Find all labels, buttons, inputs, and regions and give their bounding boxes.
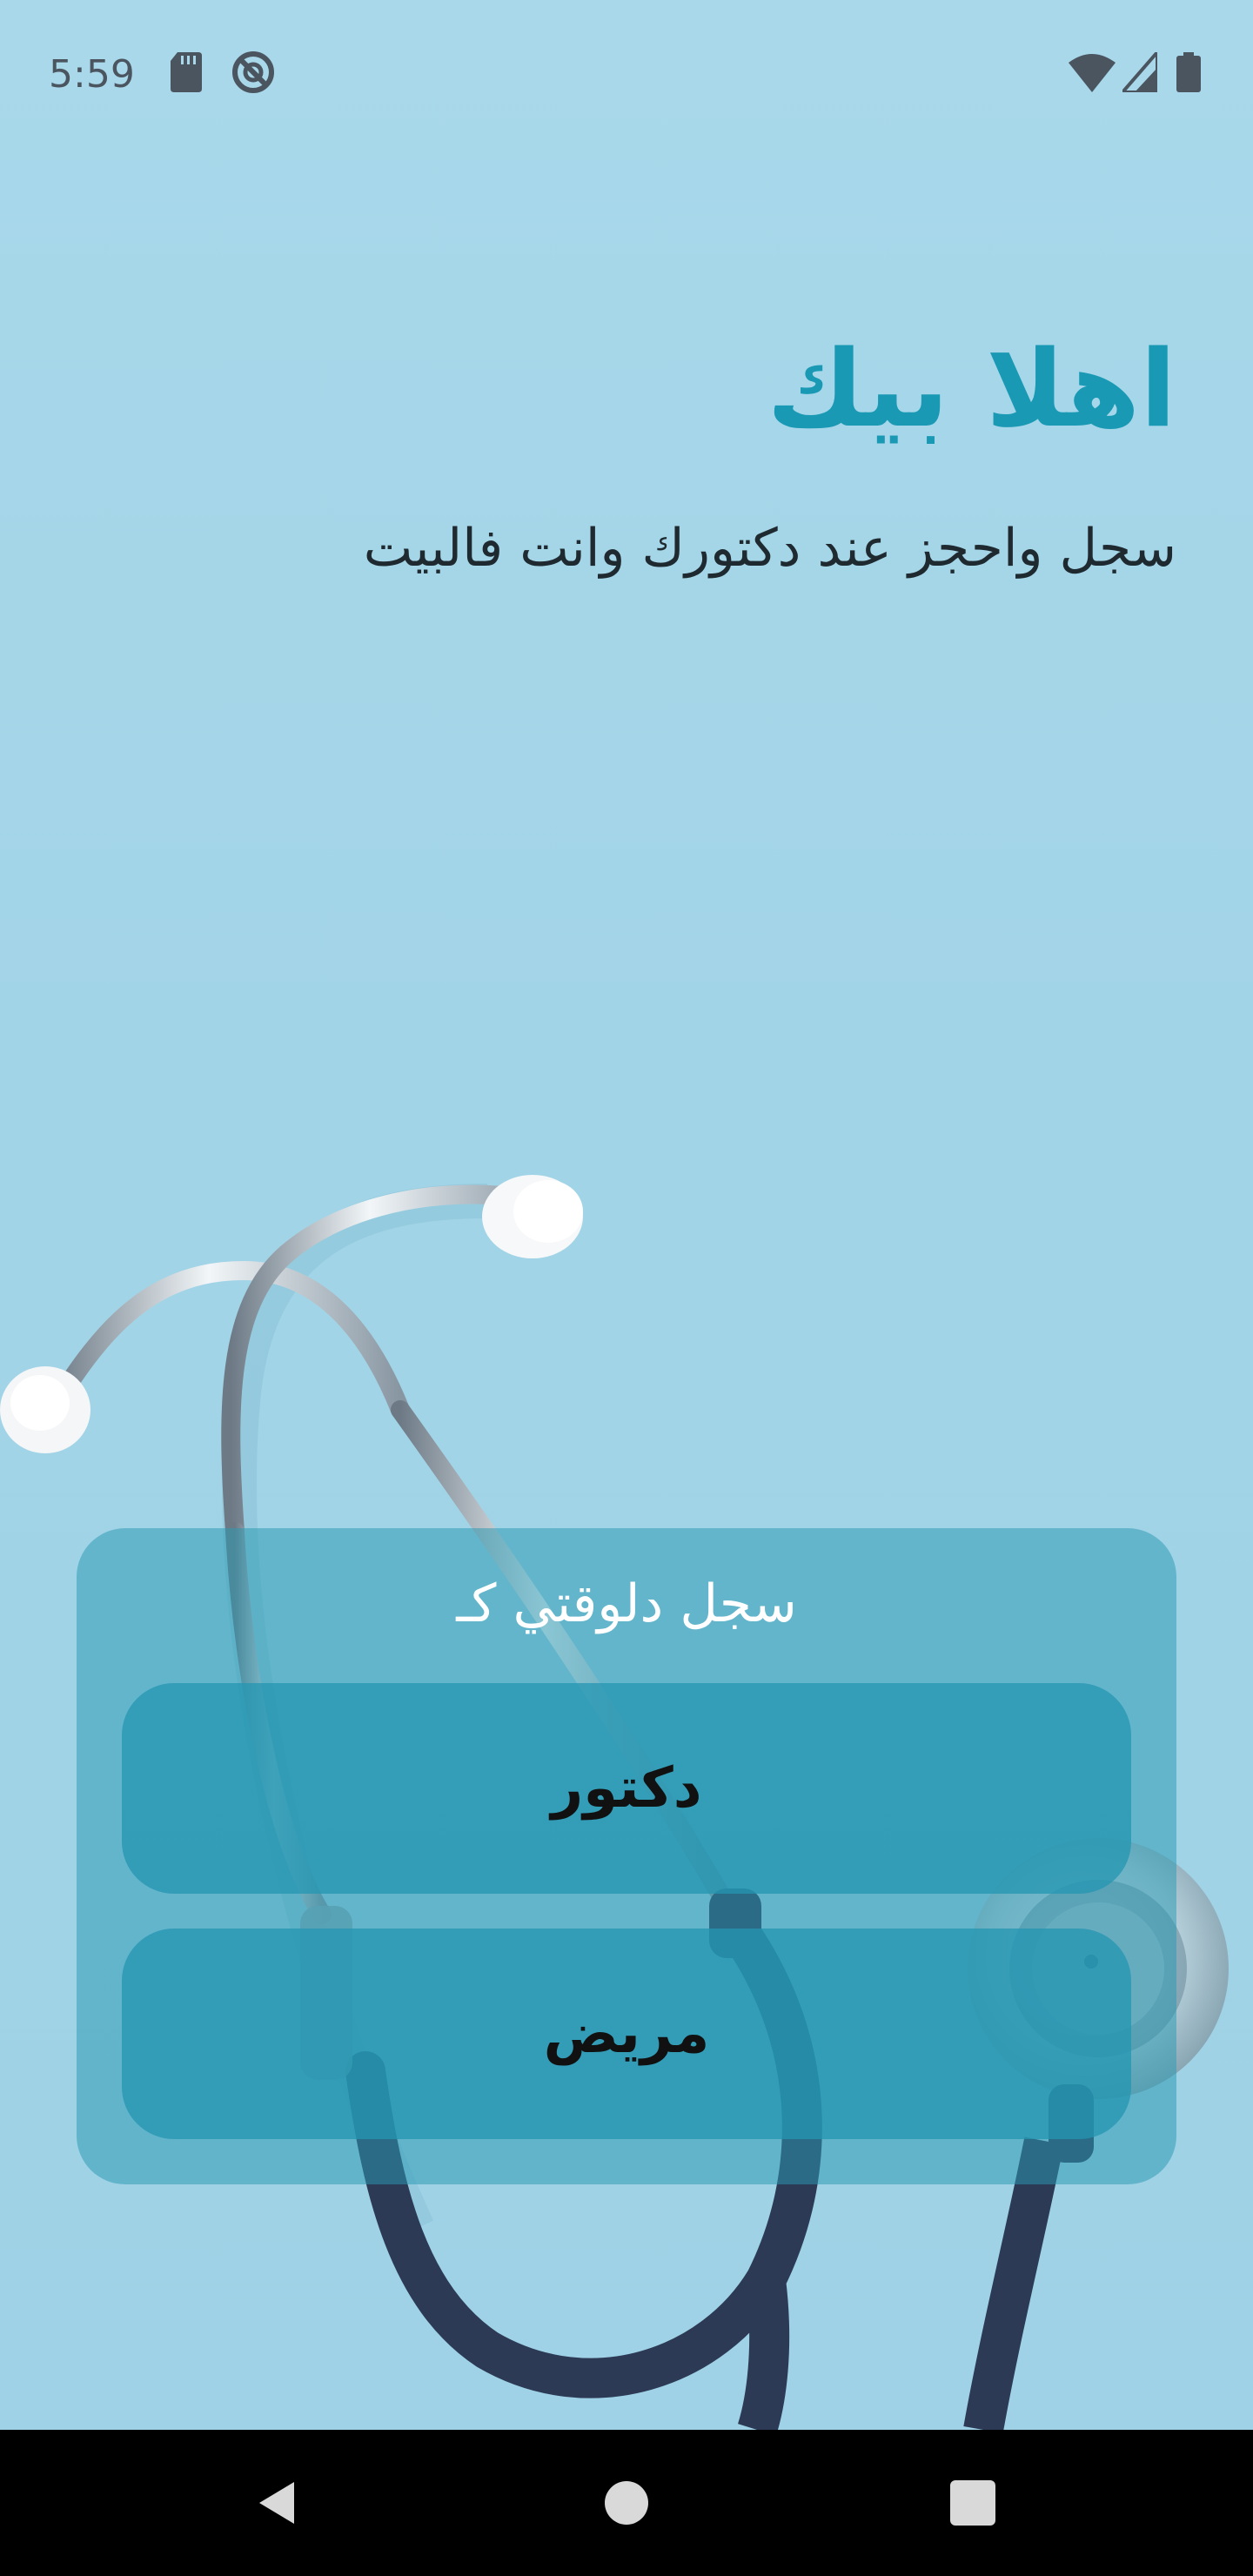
registration-card: سجل دلوقتي كـ دكتور مريض — [77, 1528, 1176, 2184]
wifi-icon — [1069, 54, 1116, 92]
status-time: 5:59 — [49, 52, 135, 97]
welcome-title: اهلا بيك — [767, 327, 1176, 451]
cell-signal-icon — [1122, 52, 1157, 92]
sd-card-icon — [171, 52, 202, 92]
app-screen: 5:59 اهلا بيك سجل واحجز عند دكتورك وانت … — [0, 0, 1253, 2430]
welcome-subtitle: سجل واحجز عند دكتورك وانت فالبيت — [363, 518, 1176, 579]
recents-icon — [950, 2480, 995, 2526]
doctor-button[interactable]: دكتور — [122, 1683, 1131, 1894]
navigation-bar — [0, 2430, 1253, 2576]
nav-home-button[interactable] — [539, 2430, 714, 2576]
nav-recents-button[interactable] — [886, 2430, 1060, 2576]
home-icon — [605, 2481, 648, 2525]
do-not-disturb-icon — [232, 51, 274, 93]
back-icon — [259, 2482, 294, 2524]
nav-back-button[interactable] — [191, 2430, 365, 2576]
register-as-prompt: سجل دلوقتي كـ — [456, 1573, 797, 1634]
status-bar: 5:59 — [0, 0, 1253, 148]
patient-button[interactable]: مريض — [122, 1929, 1131, 2139]
battery-icon — [1176, 52, 1201, 92]
